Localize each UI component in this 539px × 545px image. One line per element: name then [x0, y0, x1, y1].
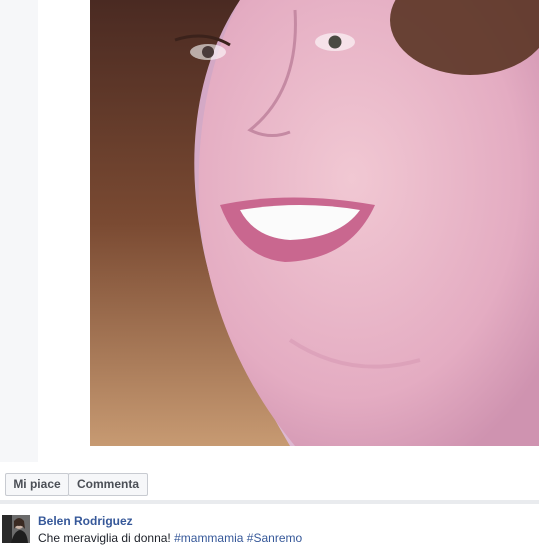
- comment-button[interactable]: Commenta: [68, 473, 148, 496]
- hashtag-link[interactable]: #mammamia: [174, 531, 243, 545]
- left-gutter: [0, 0, 38, 462]
- comment-text: Che meraviglia di donna! #mammamia #Sanr…: [38, 531, 302, 545]
- photo-container: [38, 0, 539, 462]
- comment-item: Belen Rodriguez Che meraviglia di donna!…: [0, 504, 539, 545]
- like-button[interactable]: Mi piace: [5, 473, 69, 496]
- avatar[interactable]: [2, 515, 30, 543]
- author-name[interactable]: Belen Rodriguez: [38, 514, 133, 528]
- comment-body: Che meraviglia di donna!: [38, 531, 171, 545]
- action-bar: Mi piace Commenta: [0, 462, 539, 503]
- hashtag-link[interactable]: #Sanremo: [247, 531, 302, 545]
- post-photo[interactable]: [90, 0, 539, 446]
